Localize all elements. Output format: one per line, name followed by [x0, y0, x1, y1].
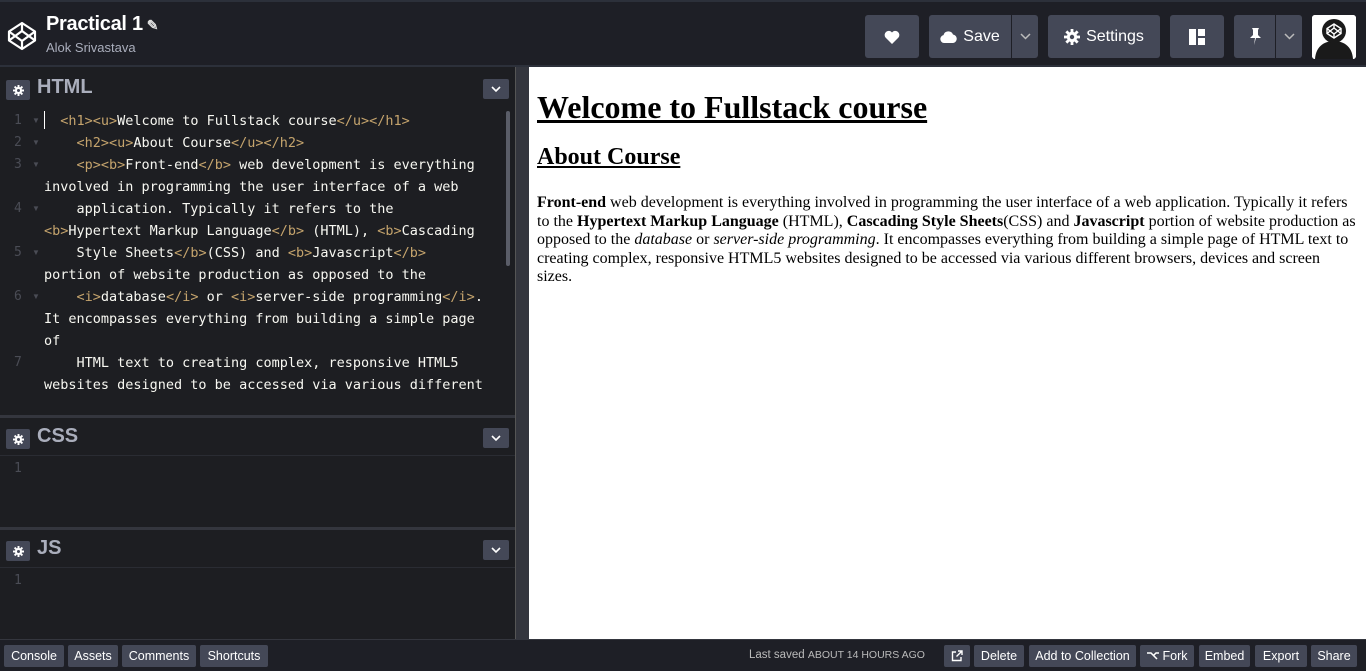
pencil-icon[interactable]: ✎	[147, 17, 159, 34]
line-number: 7	[14, 355, 22, 370]
fold-arrow-icon[interactable]: ▼	[32, 160, 40, 169]
line-gutter: 1 ▼ 2 ▼ 3 ▼ 4 ▼ 5 ▼ 6 ▼ 7	[0, 107, 40, 415]
line-number: 1	[14, 461, 22, 476]
js-editor[interactable]: 1	[0, 567, 515, 639]
gear-icon	[1064, 28, 1081, 45]
result-preview[interactable]: Welcome to Fullstack course About Course…	[529, 67, 1366, 639]
embed-button[interactable]: Embed	[1199, 645, 1250, 667]
chevron-down-icon	[1019, 33, 1031, 40]
settings-button[interactable]: Settings	[1048, 15, 1160, 58]
preview-paragraph: Front-end web development is everything …	[537, 194, 1356, 285]
html-panel-title: HTML	[37, 76, 93, 98]
js-panel-title: JS	[37, 537, 62, 559]
add-to-collection-button[interactable]: Add to Collection	[1029, 645, 1136, 667]
css-panel-title: CSS	[37, 425, 79, 447]
last-saved-status: Last saved ABOUT 14 HOURS AGO	[749, 649, 925, 661]
heart-button[interactable]	[865, 15, 919, 58]
line-number: 3	[14, 157, 22, 172]
fork-icon	[1146, 652, 1159, 660]
assets-button[interactable]: Assets	[68, 645, 118, 667]
chevron-down-icon	[491, 434, 501, 441]
html-panel-header: HTML	[0, 69, 515, 107]
js-settings-button[interactable]	[6, 541, 30, 561]
preview-subheading: About Course	[537, 144, 681, 170]
shortcuts-button[interactable]: Shortcuts	[200, 645, 268, 667]
save-button[interactable]: Save	[929, 15, 1011, 58]
delete-button[interactable]: Delete	[974, 645, 1024, 667]
fold-arrow-icon[interactable]: ▼	[32, 248, 40, 257]
chevron-down-icon	[491, 85, 501, 92]
js-collapse-button[interactable]	[483, 540, 509, 560]
comments-button[interactable]: Comments	[122, 645, 196, 667]
code-line: HTML text to creating complex, responsiv…	[44, 355, 483, 393]
fold-arrow-icon[interactable]: ▼	[32, 138, 40, 147]
cloud-icon	[940, 30, 958, 43]
gear-icon	[12, 545, 24, 557]
code-line: <p><b>Front-end</b> web development is e…	[44, 157, 483, 195]
save-dropdown-button[interactable]	[1012, 15, 1038, 58]
code-line: Style Sheets</b>(CSS) and <b>Javascript<…	[44, 245, 435, 283]
code-line: <i>database</i> or <i>server-side progra…	[44, 289, 492, 349]
preview-heading: Welcome to Fullstack course	[537, 89, 928, 125]
console-button[interactable]: Console	[4, 645, 64, 667]
pin-icon	[1249, 28, 1261, 45]
css-settings-button[interactable]	[6, 429, 30, 449]
bottom-bar: Console Assets Comments Shortcuts Last s…	[0, 639, 1366, 671]
line-number: 2	[14, 135, 22, 150]
share-button[interactable]: Share	[1311, 645, 1357, 667]
html-editor[interactable]: 1 ▼ 2 ▼ 3 ▼ 4 ▼ 5 ▼ 6 ▼ 7 <h1><u>Welcome to Fu…	[0, 107, 515, 415]
pane-resize-divider[interactable]	[515, 67, 529, 639]
html-settings-button[interactable]	[6, 80, 30, 100]
export-button[interactable]: Export	[1255, 645, 1307, 667]
css-editor[interactable]: 1	[0, 455, 515, 527]
line-number: 5	[14, 245, 22, 260]
settings-label: Settings	[1086, 27, 1144, 45]
codepen-logo-icon[interactable]	[6, 20, 38, 52]
heart-icon	[884, 30, 900, 44]
css-panel-header: CSS	[0, 417, 515, 455]
layout-button[interactable]	[1170, 15, 1224, 58]
fork-button[interactable]: Fork	[1140, 645, 1194, 667]
top-bar: Practical 1 ✎ Alok Srivastava Save Settin…	[0, 0, 1366, 67]
line-number: 6	[14, 289, 22, 304]
fold-arrow-icon[interactable]: ▼	[32, 292, 40, 301]
line-number: 1	[14, 573, 22, 588]
external-link-icon	[951, 650, 963, 662]
pen-title[interactable]: Practical 1 ✎	[46, 13, 159, 36]
user-avatar[interactable]	[1312, 15, 1356, 59]
line-number: 1	[14, 113, 22, 128]
open-external-button[interactable]	[944, 645, 970, 667]
save-label: Save	[963, 27, 1000, 45]
avatar-icon	[1312, 15, 1356, 59]
editors-column: HTML 1 ▼ 2 ▼ 3 ▼ 4 ▼ 5 ▼ 6 ▼ 7 <h1><u>Welcome …	[0, 67, 515, 639]
js-panel-header: JS	[0, 529, 515, 567]
author-name[interactable]: Alok Srivastava	[46, 40, 136, 55]
code-line: application. Typically it refers to the …	[44, 201, 475, 239]
css-collapse-button[interactable]	[483, 428, 509, 448]
chevron-down-icon	[1283, 33, 1295, 40]
code-line: <h2><u>About Course</u></h2>	[76, 135, 305, 151]
html-collapse-button[interactable]	[483, 79, 509, 99]
layout-icon	[1189, 28, 1205, 45]
line-number: 4	[14, 201, 22, 216]
pin-dropdown-button[interactable]	[1276, 15, 1302, 58]
fold-arrow-icon[interactable]: ▼	[32, 204, 40, 213]
pin-button[interactable]	[1234, 15, 1275, 58]
chevron-down-icon	[491, 546, 501, 553]
gear-icon	[12, 84, 24, 96]
code-line: <h1><u>Welcome to Fullstack course</u></…	[60, 113, 410, 129]
html-code: <h1><u>Welcome to Fullstack course</u></…	[44, 110, 489, 396]
fold-arrow-icon[interactable]: ▼	[32, 116, 40, 125]
editor-scrollbar[interactable]	[506, 111, 510, 266]
gear-icon	[12, 433, 24, 445]
